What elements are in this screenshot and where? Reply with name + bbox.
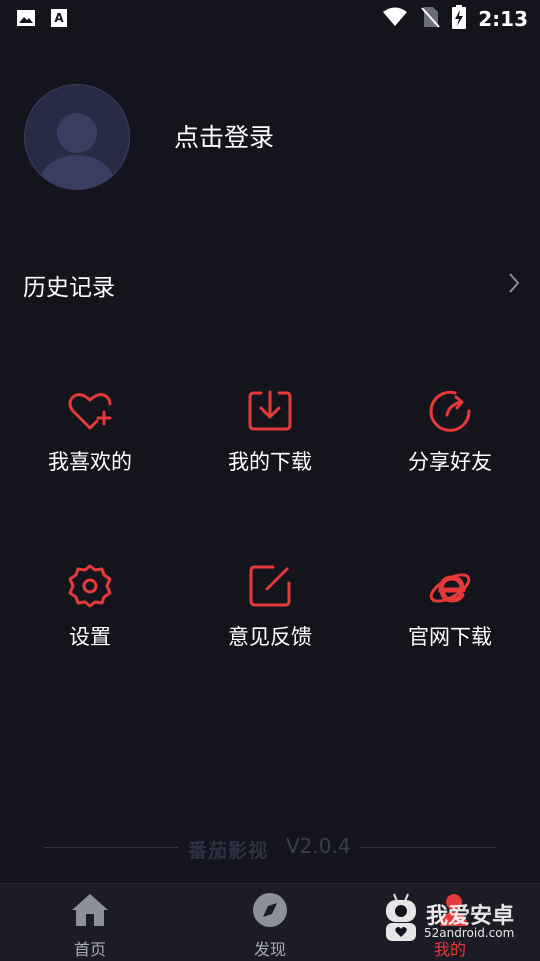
menu-item-official[interactable]: 官网下载 (360, 563, 540, 651)
menu-label: 我喜欢的 (48, 450, 132, 474)
menu-label: 官网下载 (408, 625, 492, 649)
app-brand-logo: 番茄影视 (188, 840, 269, 862)
status-time: 2:13 (478, 7, 528, 31)
tab-home[interactable]: 首页 (0, 892, 180, 960)
menu-grid: 我喜欢的 我的下载 分享好友 设置 意见反馈 官网下载 (0, 388, 540, 738)
version-footer: 番茄影视 V2.0.4 (44, 834, 496, 864)
history-row[interactable]: 历史记录 (23, 266, 520, 306)
share-icon (360, 388, 540, 434)
user-silhouette-icon (39, 113, 115, 189)
no-sim-icon (420, 6, 440, 32)
tab-label: 发现 (253, 940, 286, 959)
home-icon (70, 894, 110, 932)
watermark: 我爱安卓 52android.com (380, 890, 540, 950)
gallery-icon (16, 8, 36, 32)
menu-label: 设置 (69, 625, 111, 649)
login-link[interactable]: 点击登录 (174, 118, 274, 154)
svg-text:A: A (54, 11, 64, 25)
menu-item-feedback[interactable]: 意见反馈 (180, 563, 360, 651)
browser-e-icon (360, 563, 540, 609)
divider (44, 847, 178, 848)
chevron-right-icon (508, 272, 520, 298)
download-icon (180, 388, 360, 434)
robot-logo-icon (382, 892, 420, 950)
compass-icon (250, 893, 290, 932)
status-bar: A 2:13 (0, 0, 540, 36)
menu-label: 我的下载 (228, 450, 312, 474)
menu-label: 意见反馈 (228, 625, 312, 649)
wifi-icon (382, 7, 408, 31)
watermark-site: 52android.com (424, 926, 515, 940)
heart-plus-icon (0, 388, 180, 434)
edit-icon (180, 563, 360, 609)
menu-item-favorites[interactable]: 我喜欢的 (0, 388, 180, 476)
tab-label: 首页 (73, 940, 106, 959)
avatar[interactable] (24, 84, 130, 190)
gear-icon (0, 563, 180, 609)
history-label: 历史记录 (23, 275, 115, 301)
tab-discover[interactable]: 发现 (180, 892, 360, 960)
menu-item-settings[interactable]: 设置 (0, 563, 180, 651)
app-a-icon: A (50, 8, 68, 32)
menu-item-share[interactable]: 分享好友 (360, 388, 540, 476)
version-text: V2.0.4 (286, 834, 351, 858)
divider (360, 847, 496, 848)
menu-item-downloads[interactable]: 我的下载 (180, 388, 360, 476)
battery-charging-icon (452, 5, 467, 33)
menu-label: 分享好友 (408, 450, 492, 474)
profile-header[interactable]: 点击登录 (24, 84, 524, 190)
